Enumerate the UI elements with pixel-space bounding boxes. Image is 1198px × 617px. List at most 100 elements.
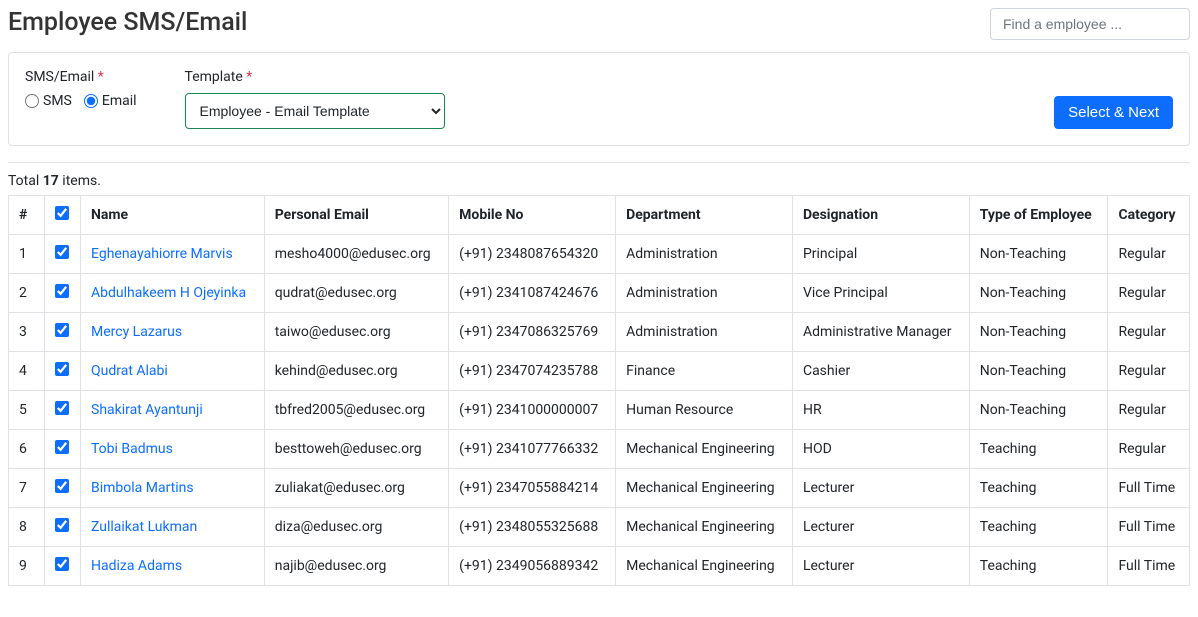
header-email: Personal Email xyxy=(264,196,448,235)
cell-num: 4 xyxy=(9,352,45,391)
header-type: Type of Employee xyxy=(969,196,1108,235)
cell-mobile: (+91) 2349056889342 xyxy=(449,547,616,586)
cell-num: 9 xyxy=(9,547,45,586)
header-select-all xyxy=(45,196,81,235)
employee-name-link[interactable]: Tobi Badmus xyxy=(91,441,173,457)
template-select[interactable]: Employee - Email Template xyxy=(185,93,445,129)
cell-mobile: (+91) 2347055884214 xyxy=(449,469,616,508)
row-checkbox[interactable] xyxy=(55,557,69,571)
employee-name-link[interactable]: Shakirat Ayantunji xyxy=(91,402,203,418)
cell-department: Mechanical Engineering xyxy=(616,508,793,547)
required-marker: * xyxy=(246,69,252,85)
cell-type: Non-Teaching xyxy=(969,352,1108,391)
radio-email[interactable] xyxy=(84,94,98,108)
cell-email: taiwo@edusec.org xyxy=(264,313,448,352)
cell-num: 1 xyxy=(9,235,45,274)
cell-designation: Lecturer xyxy=(792,508,969,547)
employee-name-link[interactable]: Zullaikat Lukman xyxy=(91,519,197,535)
row-checkbox[interactable] xyxy=(55,284,69,298)
cell-checkbox xyxy=(45,430,81,469)
template-label: Template * xyxy=(185,69,445,85)
cell-checkbox xyxy=(45,508,81,547)
row-checkbox[interactable] xyxy=(55,440,69,454)
filter-panel: SMS/Email * SMS Email Template * Employe… xyxy=(8,52,1190,146)
cell-type: Teaching xyxy=(969,430,1108,469)
summary-count: 17 xyxy=(43,173,59,189)
cell-category: Regular xyxy=(1108,430,1190,469)
employee-name-link[interactable]: Eghenayahiorre Marvis xyxy=(91,246,233,262)
cell-checkbox xyxy=(45,547,81,586)
cell-mobile: (+91) 2341000000007 xyxy=(449,391,616,430)
cell-department: Mechanical Engineering xyxy=(616,430,793,469)
row-checkbox[interactable] xyxy=(55,518,69,532)
cell-email: kehind@edusec.org xyxy=(264,352,448,391)
cell-checkbox xyxy=(45,352,81,391)
cell-type: Non-Teaching xyxy=(969,391,1108,430)
employee-name-link[interactable]: Mercy Lazarus xyxy=(91,324,182,340)
table-head: # Name Personal Email Mobile No Departme… xyxy=(9,196,1190,235)
row-checkbox[interactable] xyxy=(55,479,69,493)
table-header-row: # Name Personal Email Mobile No Departme… xyxy=(9,196,1190,235)
cell-checkbox xyxy=(45,274,81,313)
radio-email-label[interactable]: Email xyxy=(102,93,137,109)
radio-sms[interactable] xyxy=(25,94,39,108)
page-title: Employee SMS/Email xyxy=(8,8,247,37)
table-row: 6Tobi Badmusbesttoweh@edusec.org(+91) 23… xyxy=(9,430,1190,469)
field-template: Template * Employee - Email Template xyxy=(185,69,445,129)
cell-checkbox xyxy=(45,313,81,352)
row-checkbox[interactable] xyxy=(55,245,69,259)
summary-prefix: Total xyxy=(8,173,43,189)
separator xyxy=(8,162,1190,163)
header-department: Department xyxy=(616,196,793,235)
cell-category: Full Time xyxy=(1108,547,1190,586)
row-checkbox[interactable] xyxy=(55,362,69,376)
cell-name: Bimbola Martins xyxy=(81,469,265,508)
radio-sms-label[interactable]: SMS xyxy=(43,93,72,109)
cell-checkbox xyxy=(45,469,81,508)
cell-category: Regular xyxy=(1108,313,1190,352)
table-row: 9Hadiza Adamsnajib@edusec.org(+91) 23490… xyxy=(9,547,1190,586)
employee-name-link[interactable]: Hadiza Adams xyxy=(91,558,182,574)
cell-category: Regular xyxy=(1108,274,1190,313)
cell-email: zuliakat@edusec.org xyxy=(264,469,448,508)
cell-designation: Cashier xyxy=(792,352,969,391)
cell-name: Eghenayahiorre Marvis xyxy=(81,235,265,274)
header-category: Category xyxy=(1108,196,1190,235)
cell-email: diza@edusec.org xyxy=(264,508,448,547)
cell-checkbox xyxy=(45,235,81,274)
row-checkbox[interactable] xyxy=(55,401,69,415)
cell-type: Teaching xyxy=(969,508,1108,547)
table-row: 5 Shakirat Ayantunji tbfred2005@edusec.org… xyxy=(9,391,1190,430)
select-next-button[interactable]: Select & Next xyxy=(1054,96,1173,129)
employee-name-link[interactable]: Qudrat Alabi xyxy=(91,363,168,379)
table-row: 1Eghenayahiorre Marvismesho4000@edusec.o… xyxy=(9,235,1190,274)
template-label-text: Template xyxy=(185,69,243,85)
employee-name-link[interactable]: Abdulhakeem H Ojeyinka xyxy=(91,285,246,301)
cell-num: 5 xyxy=(9,391,45,430)
cell-category: Regular xyxy=(1108,391,1190,430)
employee-name-link[interactable]: Bimbola Martins xyxy=(91,480,194,496)
cell-department: Administration xyxy=(616,274,793,313)
table-row: 2Abdulhakeem H Ojeyinkaqudrat@edusec.org… xyxy=(9,274,1190,313)
cell-designation: Principal xyxy=(792,235,969,274)
header-mobile: Mobile No xyxy=(449,196,616,235)
search-input[interactable] xyxy=(990,8,1190,40)
cell-type: Teaching xyxy=(969,469,1108,508)
table-row: 7Bimbola Martinszuliakat@edusec.org(+91)… xyxy=(9,469,1190,508)
cell-category: Regular xyxy=(1108,235,1190,274)
select-all-checkbox[interactable] xyxy=(55,206,69,220)
cell-checkbox xyxy=(45,391,81,430)
cell-mobile: (+91) 2347086325769 xyxy=(449,313,616,352)
cell-name: Mercy Lazarus xyxy=(81,313,265,352)
cell-email: besttoweh@edusec.org xyxy=(264,430,448,469)
header-designation: Designation xyxy=(792,196,969,235)
cell-department: Mechanical Engineering xyxy=(616,469,793,508)
cell-email: tbfred2005@edusec.org xyxy=(264,391,448,430)
sms-email-label-text: SMS/Email xyxy=(25,69,94,85)
field-sms-email: SMS/Email * SMS Email xyxy=(25,69,145,109)
cell-designation: Lecturer xyxy=(792,547,969,586)
row-checkbox[interactable] xyxy=(55,323,69,337)
cell-name: Abdulhakeem H Ojeyinka xyxy=(81,274,265,313)
cell-designation: HR xyxy=(792,391,969,430)
cell-mobile: (+91) 2348087654320 xyxy=(449,235,616,274)
